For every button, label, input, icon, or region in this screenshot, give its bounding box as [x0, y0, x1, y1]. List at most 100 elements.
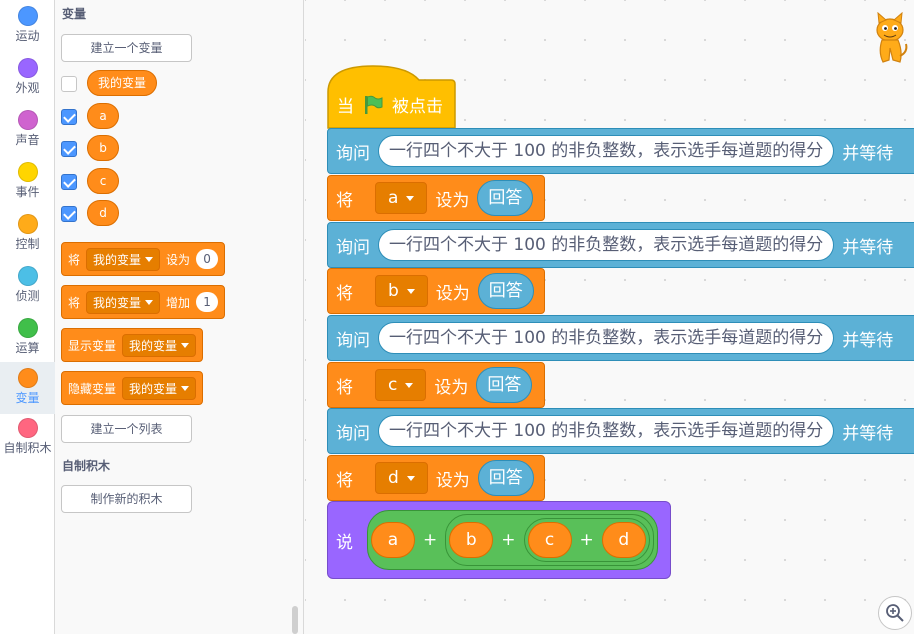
ask-and-wait-block[interactable]: 询问 一行四个不大于 100 的非负整数，表示选手每道题的得分 并等待	[327, 408, 914, 454]
make-list-button[interactable]: 建立一个列表	[61, 415, 192, 443]
motion-dot-icon	[17, 6, 38, 26]
value-input[interactable]: 0	[196, 249, 219, 269]
variable-dropdown[interactable]: b	[375, 275, 428, 307]
my-blocks-dot-icon	[17, 418, 38, 438]
category-looks[interactable]: 外观	[0, 54, 55, 106]
variable-reporter[interactable]: 我的变量	[87, 70, 158, 96]
category-label: 变量	[15, 391, 40, 405]
category-my-blocks[interactable]: 自制积木	[0, 414, 55, 466]
make-block-button[interactable]: 制作新的积木	[61, 485, 192, 513]
category-variables[interactable]: 变量	[0, 362, 55, 414]
add-operator-middle[interactable]: b + c + d	[445, 514, 654, 566]
green-flag-icon	[365, 95, 383, 114]
set-variable-block[interactable]: 将 a 设为 回答	[327, 175, 545, 221]
category-label: 自制积木	[3, 441, 52, 455]
answer-reporter[interactable]: 回答	[477, 180, 534, 216]
add-operator-inner[interactable]: c + d	[523, 518, 650, 562]
variable-checkbox[interactable]	[61, 76, 77, 92]
category-control[interactable]: 控制	[0, 210, 55, 262]
zoom-in-icon	[886, 604, 904, 622]
variable-reporter-b[interactable]: b	[449, 522, 494, 558]
answer-reporter[interactable]: 回答	[476, 367, 533, 403]
variable-reporter-a[interactable]: a	[371, 522, 415, 558]
caret-down-icon	[405, 382, 414, 388]
block-palette: 变量 建立一个变量 我的变量 a b c d 将 我的变量 设为 0 将 我的变…	[55, 0, 304, 634]
category-sensing[interactable]: 侦测	[0, 262, 55, 314]
value-input[interactable]: 1	[196, 292, 219, 312]
set-variable-block[interactable]: 将 c 设为 回答	[327, 362, 545, 408]
block-keyword: 显示变量	[68, 338, 117, 353]
dropdown-value: d	[388, 468, 399, 488]
variable-checkbox[interactable]	[61, 109, 77, 125]
ask-and-wait-block[interactable]: 询问 一行四个不大于 100 的非负整数，表示选手每道题的得分 并等待	[327, 222, 914, 268]
ask-and-wait-block[interactable]: 询问 一行四个不大于 100 的非负整数，表示选手每道题的得分 并等待	[327, 128, 914, 174]
caret-down-icon	[181, 342, 190, 348]
question-input[interactable]: 一行四个不大于 100 的非负整数，表示选手每道题的得分	[378, 135, 835, 167]
hat-prefix: 当	[337, 97, 354, 117]
block-action: 设为	[435, 470, 470, 491]
variable-dropdown[interactable]: 我的变量	[122, 376, 197, 400]
block-keyword: 将	[68, 252, 81, 267]
block-keyword: 将	[336, 377, 353, 398]
plus-sign: +	[501, 530, 516, 550]
block-action: 增加	[166, 295, 191, 310]
hide-variable-block[interactable]: 隐藏变量 我的变量	[61, 371, 204, 405]
block-keyword: 隐藏变量	[68, 381, 117, 396]
category-operators[interactable]: 运算	[0, 314, 55, 366]
answer-reporter[interactable]: 回答	[477, 273, 534, 309]
category-label: 外观	[15, 81, 40, 95]
change-variable-block[interactable]: 将 我的变量 增加 1	[61, 285, 226, 319]
caret-down-icon	[406, 475, 415, 481]
ask-and-wait-block[interactable]: 询问 一行四个不大于 100 的非负整数，表示选手每道题的得分 并等待	[327, 315, 914, 361]
variable-dropdown[interactable]: 我的变量	[86, 247, 161, 271]
say-block[interactable]: 说 a + b + c + d	[327, 501, 671, 579]
show-variable-block[interactable]: 显示变量 我的变量	[61, 328, 204, 362]
dropdown-value: c	[388, 375, 398, 395]
caret-down-icon	[145, 299, 154, 305]
variable-checkbox[interactable]	[61, 206, 77, 222]
dropdown-value: 我的变量	[129, 338, 178, 353]
make-variable-button[interactable]: 建立一个变量	[61, 34, 192, 62]
set-variable-block[interactable]: 将 我的变量 设为 0	[61, 242, 226, 276]
dropdown-value: 我的变量	[93, 295, 142, 310]
variable-reporter-c[interactable]: c	[527, 522, 572, 558]
question-input[interactable]: 一行四个不大于 100 的非负整数，表示选手每道题的得分	[378, 229, 835, 261]
dropdown-value: 我的变量	[93, 252, 142, 267]
dropdown-value: 我的变量	[129, 381, 178, 396]
category-menu: 运动 外观 声音 事件 控制 侦测 运算 变量 自制积木	[0, 0, 55, 634]
caret-down-icon	[181, 385, 190, 391]
caret-down-icon	[406, 195, 415, 201]
variable-dropdown[interactable]: 我的变量	[86, 290, 161, 314]
zoom-in-button[interactable]	[878, 596, 912, 630]
variable-dropdown[interactable]: 我的变量	[122, 333, 197, 357]
variable-dropdown[interactable]: c	[375, 369, 427, 401]
question-input[interactable]: 一行四个不大于 100 的非负整数，表示选手每道题的得分	[378, 322, 835, 354]
block-action: 设为	[434, 377, 469, 398]
add-operator-outer[interactable]: a + b + c + d	[367, 510, 658, 570]
question-input[interactable]: 一行四个不大于 100 的非负整数，表示选手每道题的得分	[378, 415, 835, 447]
palette-scrollbar[interactable]	[292, 606, 298, 634]
script-workspace[interactable]: 当 被点击 询问 一行四个不大于 100 的非负整数，表示选手每道题的得分 并等…	[305, 0, 914, 634]
variable-reporter[interactable]: b	[87, 135, 119, 161]
set-variable-block[interactable]: 将 b 设为 回答	[327, 268, 545, 314]
variable-reporter[interactable]: d	[87, 200, 119, 226]
answer-reporter[interactable]: 回答	[477, 460, 534, 496]
variable-reporter[interactable]: c	[87, 168, 119, 194]
variable-dropdown[interactable]: d	[375, 462, 428, 494]
variable-checkbox[interactable]	[61, 141, 77, 157]
variable-checkbox[interactable]	[61, 174, 77, 190]
block-keyword: 询问	[336, 143, 370, 164]
set-variable-block[interactable]: 将 d 设为 回答	[327, 455, 545, 501]
variable-reporter-d[interactable]: d	[601, 522, 646, 558]
cat-sprite-icon	[876, 12, 908, 63]
variable-reporter[interactable]: a	[87, 103, 119, 129]
variable-dropdown[interactable]: a	[375, 182, 428, 214]
category-events[interactable]: 事件	[0, 158, 55, 210]
category-sound[interactable]: 声音	[0, 106, 55, 158]
caret-down-icon	[145, 256, 154, 262]
category-motion[interactable]: 运动	[0, 2, 55, 54]
dropdown-value: a	[388, 188, 399, 208]
category-label: 事件	[15, 185, 40, 199]
events-dot-icon	[17, 162, 38, 182]
block-keyword: 将	[68, 295, 81, 310]
